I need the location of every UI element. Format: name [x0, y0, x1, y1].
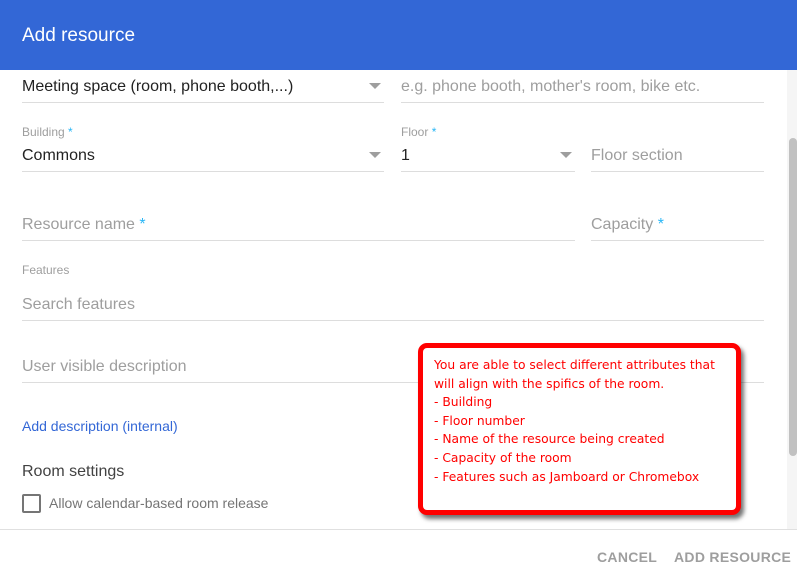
- floor-value: 1: [401, 147, 410, 164]
- placeholder-text: Resource name: [22, 216, 135, 233]
- dialog-footer: CANCEL ADD RESOURCE: [0, 529, 797, 582]
- floor-section-input[interactable]: Floor section: [591, 142, 764, 172]
- label-text: Building: [22, 125, 65, 139]
- floor-label: Floor *: [401, 125, 436, 139]
- room-release-checkbox[interactable]: [22, 494, 41, 513]
- scrollbar-thumb[interactable]: [789, 138, 797, 456]
- resource-type-value: Meeting space (room, phone booth,...): [22, 78, 294, 95]
- callout-line: - Capacity of the room: [434, 450, 572, 465]
- placeholder: Search features: [22, 296, 135, 313]
- required-marker: *: [431, 125, 437, 139]
- add-description-link[interactable]: Add description (internal): [22, 418, 178, 434]
- annotation-callout: You are able to select different attribu…: [418, 343, 741, 515]
- required-marker: *: [68, 125, 73, 139]
- dropdown-arrow-icon: [560, 152, 572, 158]
- dialog-header: Add resource: [0, 0, 797, 70]
- dropdown-arrow-icon: [369, 83, 381, 89]
- cancel-button[interactable]: CANCEL: [597, 549, 657, 565]
- placeholder: Floor section: [591, 147, 683, 164]
- building-value: Commons: [22, 147, 95, 164]
- label-text: Floor: [401, 125, 429, 139]
- capacity-input[interactable]: Capacity *: [591, 211, 764, 241]
- resource-type-other-input[interactable]: e.g. phone booth, mother's room, bike et…: [401, 73, 764, 103]
- placeholder: User visible description: [22, 358, 187, 375]
- features-label: Features: [22, 263, 70, 277]
- features-search-input[interactable]: Search features: [22, 291, 764, 321]
- placeholder: Capacity *: [591, 216, 664, 234]
- floor-select[interactable]: 1: [401, 142, 575, 172]
- room-settings-heading: Room settings: [22, 463, 125, 480]
- dialog-title: Add resource: [22, 25, 136, 46]
- scrollbar[interactable]: [787, 70, 797, 529]
- placeholder: Resource name *: [22, 216, 146, 234]
- callout-line: will align with the spifics of the room.: [434, 376, 665, 391]
- callout-line: You are able to select different attribu…: [434, 358, 715, 372]
- room-release-label[interactable]: Allow calendar-based room release: [49, 495, 268, 511]
- placeholder-text: Capacity: [591, 216, 654, 233]
- add-resource-button[interactable]: ADD RESOURCE: [674, 549, 791, 565]
- placeholder: e.g. phone booth, mother's room, bike et…: [401, 78, 701, 95]
- building-label: Building *: [22, 125, 73, 139]
- callout-line: - Name of the resource being created: [434, 432, 665, 447]
- resource-type-select[interactable]: Meeting space (room, phone booth,...): [22, 73, 384, 103]
- resource-name-input[interactable]: Resource name *: [22, 211, 575, 241]
- required-marker: *: [139, 216, 146, 233]
- callout-line: - Features such as Jamboard or Chromebox: [434, 469, 700, 484]
- callout-line: - Floor number: [434, 413, 525, 428]
- callout-line: - Building: [434, 395, 493, 410]
- dropdown-arrow-icon: [369, 152, 381, 158]
- required-marker: *: [657, 216, 664, 233]
- building-select[interactable]: Commons: [22, 142, 384, 172]
